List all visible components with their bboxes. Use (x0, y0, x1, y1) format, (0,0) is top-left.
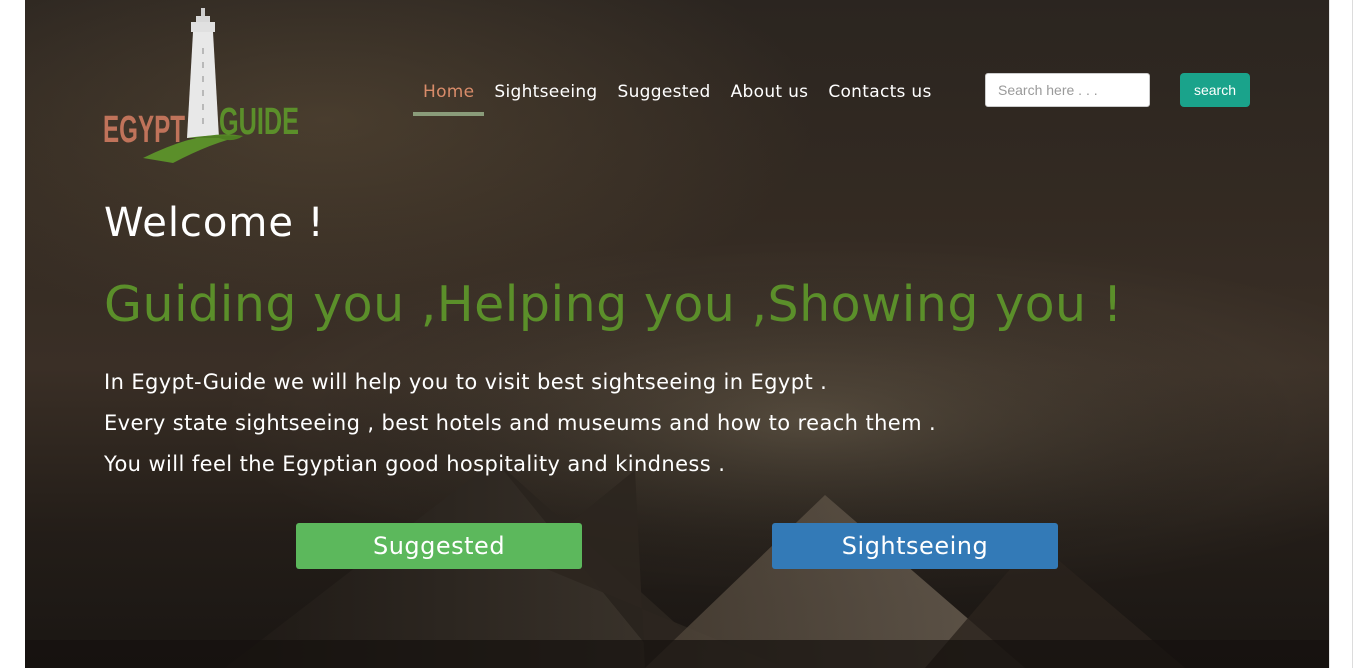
search-button[interactable]: search (1180, 73, 1250, 107)
nav-item-contacts-us[interactable]: Contacts us (818, 74, 941, 116)
suggested-button[interactable]: Suggested (296, 523, 582, 569)
svg-text:EGYPT: EGYPT (103, 109, 185, 151)
nav-item-suggested[interactable]: Suggested (608, 74, 721, 116)
sightseeing-button[interactable]: Sightseeing (772, 523, 1058, 569)
nav-item-sightseeing[interactable]: Sightseeing (484, 74, 607, 116)
hero-section: EGYPT GUIDE Home Sightseeing Suggested A… (25, 0, 1329, 668)
tagline-heading: Guiding you ,Helping you ,Showing you ! (104, 276, 1123, 333)
intro-line: In Egypt-Guide we will help you to visit… (104, 370, 828, 394)
nav-item-home[interactable]: Home (413, 74, 485, 116)
egypt-guide-logo[interactable]: EGYPT GUIDE (103, 8, 303, 168)
intro-text: In Egypt-Guide we will help you to visit… (104, 362, 936, 485)
nav-item-about-us[interactable]: About us (721, 74, 819, 116)
main-nav: Home Sightseeing Suggested About us Cont… (413, 74, 942, 116)
welcome-heading: Welcome ! (104, 200, 325, 246)
search-input[interactable] (985, 73, 1150, 107)
intro-line: You will feel the Egyptian good hospital… (104, 452, 726, 476)
svg-text:GUIDE: GUIDE (219, 101, 299, 143)
scrollbar-track[interactable] (1352, 0, 1353, 668)
intro-line: Every state sightseeing , best hotels an… (104, 411, 937, 435)
